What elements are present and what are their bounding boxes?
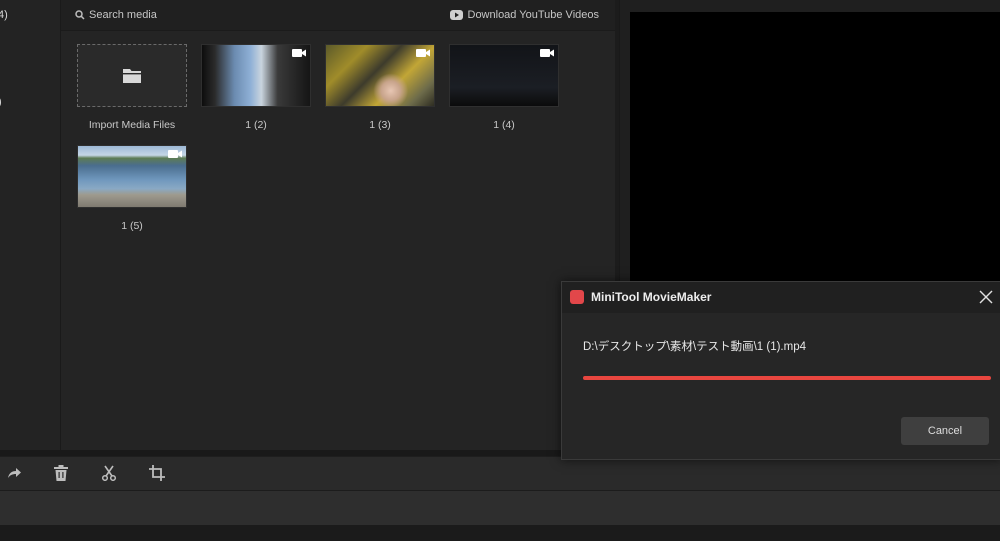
clip-thumbnail[interactable] <box>77 145 187 208</box>
download-youtube-label: Download YouTube Videos <box>467 9 600 21</box>
app-logo-icon <box>570 290 584 304</box>
clip-name: 1 (3) <box>369 119 391 131</box>
media-clip[interactable]: 1 (4) <box>449 44 559 131</box>
search-media[interactable]: Search media <box>75 9 157 21</box>
video-camera-icon <box>540 49 554 57</box>
media-clip[interactable]: 1 (3) <box>325 44 435 131</box>
dialog-titlebar: MiniTool MovieMaker <box>562 282 1000 313</box>
video-preview <box>630 12 1000 282</box>
dialog-title: MiniTool MovieMaker <box>591 290 712 304</box>
crop-icon[interactable] <box>149 465 165 481</box>
delete-icon[interactable] <box>54 465 68 481</box>
import-media-label: Import Media Files <box>88 119 176 131</box>
folder-icon <box>123 69 141 83</box>
search-input[interactable]: Search media <box>89 9 157 21</box>
video-camera-icon <box>416 49 430 57</box>
progress-bar <box>583 376 991 380</box>
search-icon <box>75 10 85 20</box>
video-camera-icon <box>292 49 306 57</box>
progress-dialog: MiniTool MovieMaker D:\デスクトップ\素材\テスト動画\1… <box>561 281 1000 460</box>
sidebar-item-count[interactable]: ) <box>0 96 2 108</box>
import-media-box[interactable] <box>77 44 187 107</box>
media-library-panel: Search media Download YouTube Videos Imp… <box>61 0 615 450</box>
media-topbar: Search media Download YouTube Videos <box>61 0 615 31</box>
clip-name: 1 (5) <box>121 220 143 232</box>
cancel-button[interactable]: Cancel <box>901 417 989 445</box>
clip-thumbnail[interactable] <box>201 44 311 107</box>
media-clip[interactable]: 1 (5) <box>77 145 187 232</box>
youtube-icon <box>449 10 463 20</box>
sidebar-item-count[interactable]: 4) <box>0 9 8 21</box>
edit-toolbar <box>0 456 1000 490</box>
import-media-tile[interactable]: Import Media Files <box>77 44 187 131</box>
clip-thumbnail[interactable] <box>449 44 559 107</box>
clip-name: 1 (2) <box>245 119 267 131</box>
video-camera-icon <box>168 150 182 158</box>
clip-thumbnail[interactable] <box>325 44 435 107</box>
timeline-ruler[interactable] <box>0 490 1000 526</box>
timeline-area <box>0 525 1000 541</box>
close-icon[interactable] <box>977 288 995 306</box>
file-path: D:\デスクトップ\素材\テスト動画\1 (1).mp4 <box>583 341 806 353</box>
redo-icon[interactable] <box>6 465 22 481</box>
media-clip[interactable]: 1 (2) <box>201 44 311 131</box>
download-youtube-button[interactable]: Download YouTube Videos <box>449 9 600 21</box>
left-sidebar: 4) ) <box>0 0 61 450</box>
split-icon[interactable] <box>101 465 117 481</box>
clip-name: 1 (4) <box>493 119 515 131</box>
